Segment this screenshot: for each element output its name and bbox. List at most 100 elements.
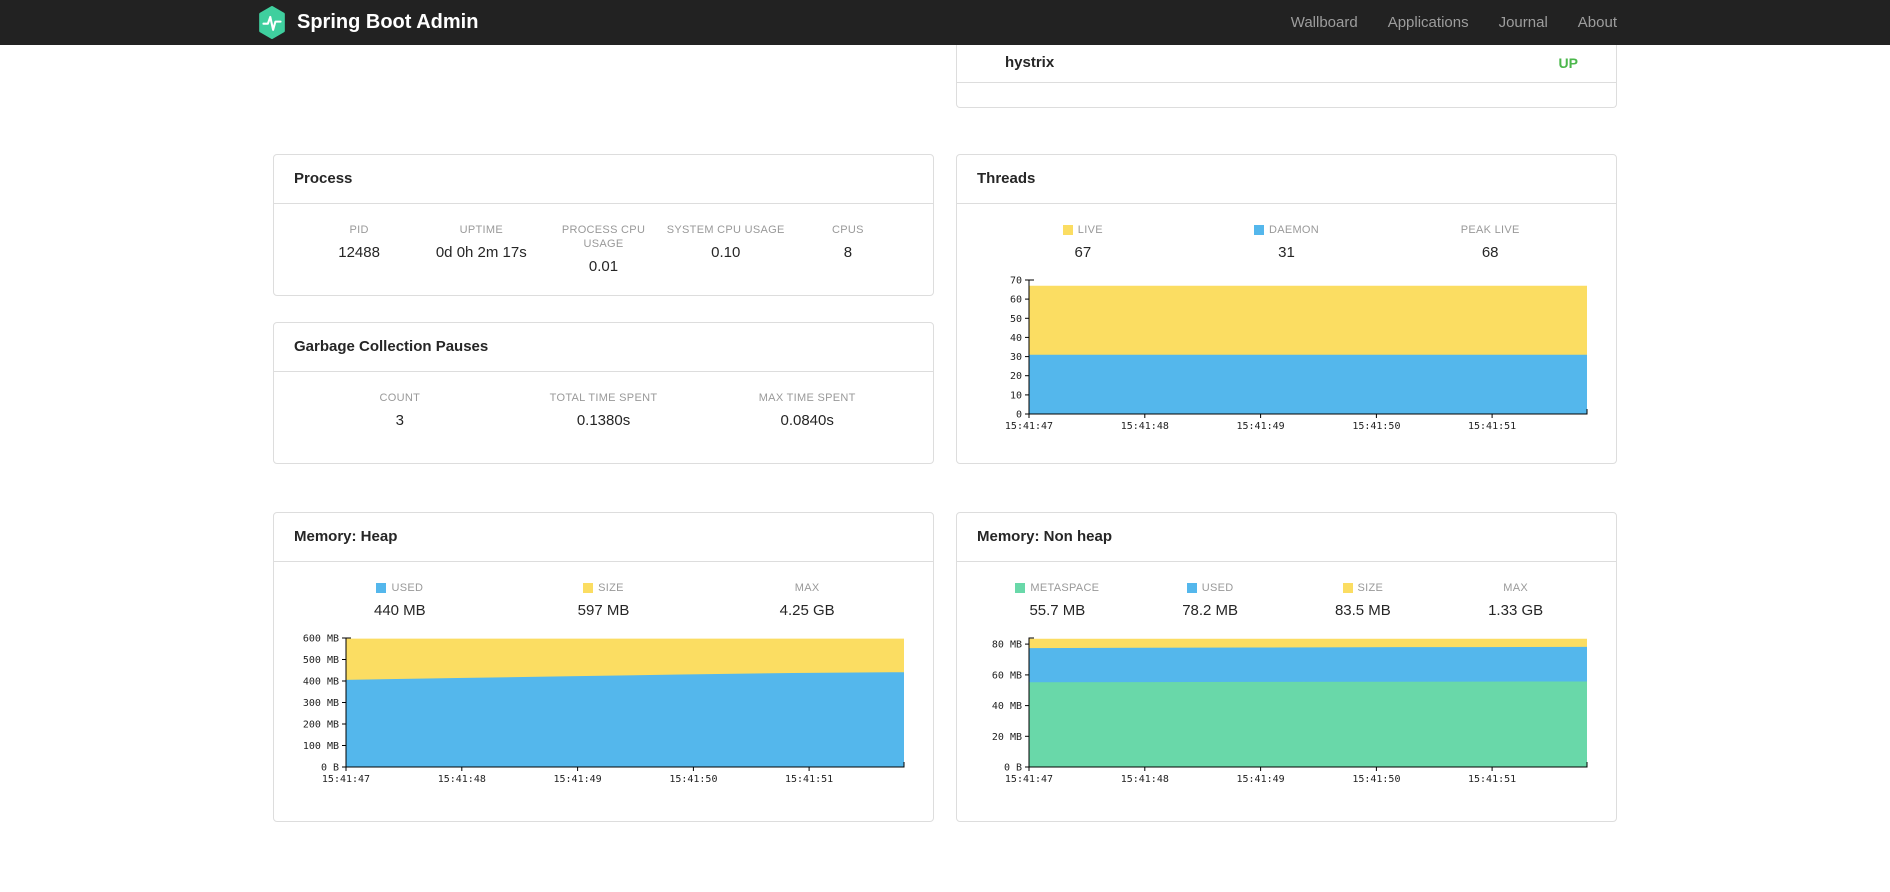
gc-pauses-panel: Garbage Collection Pauses COUNT 3 TOTAL … xyxy=(273,322,934,464)
metric-label: UPTIME xyxy=(459,224,503,236)
legend-nonheap-size: SIZE 83.5 MB xyxy=(1287,581,1440,620)
threads-panel-title: Threads xyxy=(957,155,1616,204)
metric-label: PROCESS CPU USAGE xyxy=(561,224,646,250)
metric-value: 597 MB xyxy=(577,602,630,619)
svg-text:15:41:49: 15:41:49 xyxy=(554,774,602,785)
svg-text:15:41:47: 15:41:47 xyxy=(1005,421,1053,432)
svg-text:50: 50 xyxy=(1010,314,1022,325)
nav-item-journal[interactable]: Journal xyxy=(1499,14,1548,31)
metric-value: 0.0840s xyxy=(780,412,834,429)
metric-value: 31 xyxy=(1278,244,1295,261)
legend-label: SIZE xyxy=(598,582,624,594)
metric-label: USED xyxy=(1134,581,1287,595)
svg-text:15:41:51: 15:41:51 xyxy=(1468,421,1516,432)
memory-heap-panel: Memory: Heap USED 440 MB SIZE 597 MB MAX… xyxy=(273,512,934,822)
svg-text:400 MB: 400 MB xyxy=(303,677,339,688)
memory-nonheap-panel-title: Memory: Non heap xyxy=(957,513,1616,562)
legend-label: METASPACE xyxy=(1030,582,1100,594)
service-row-hystrix[interactable]: hystrix UP xyxy=(957,45,1616,83)
metric-label: TOTAL TIME SPENT xyxy=(549,392,658,404)
metric-label: SIZE xyxy=(1287,581,1440,595)
legend-swatch xyxy=(376,583,387,593)
memory-nonheap-chart: 0 B 20 MB 40 MB 60 MB 80 MB 15:41:47 15:41:48 1… xyxy=(957,620,1616,789)
legend-swatch xyxy=(1253,225,1264,235)
brand-link[interactable]: Spring Boot Admin xyxy=(257,6,478,39)
svg-text:15:41:48: 15:41:48 xyxy=(1121,774,1169,785)
gc-panel-title: Garbage Collection Pauses xyxy=(274,323,933,372)
metric-value: 68 xyxy=(1481,244,1499,261)
svg-text:40: 40 xyxy=(1010,333,1022,344)
legend-swatch xyxy=(1015,583,1026,593)
metric-value: 83.5 MB xyxy=(1334,602,1391,619)
svg-text:200 MB: 200 MB xyxy=(303,720,339,731)
svg-text:15:41:50: 15:41:50 xyxy=(669,774,717,785)
svg-text:15:41:48: 15:41:48 xyxy=(1121,421,1169,432)
svg-text:0 B: 0 B xyxy=(321,763,339,774)
metric-label: MAX xyxy=(705,581,909,595)
metric-label: LIVE xyxy=(981,223,1185,237)
svg-text:0 B: 0 B xyxy=(1004,763,1022,774)
svg-text:100 MB: 100 MB xyxy=(303,741,339,752)
svg-text:30: 30 xyxy=(1010,352,1022,363)
metric-label: MAX TIME SPENT xyxy=(758,392,856,404)
legend-label: MAX xyxy=(1503,582,1528,594)
application-services-panel: hystrix UP xyxy=(956,45,1617,108)
process-panel-title: Process xyxy=(274,155,933,204)
nav-item-wallboard[interactable]: Wallboard xyxy=(1291,14,1358,31)
nav-item-applications[interactable]: Applications xyxy=(1388,14,1469,31)
legend-label: LIVE xyxy=(1077,224,1103,236)
svg-text:60: 60 xyxy=(1010,295,1022,306)
metric-label: SIZE xyxy=(502,581,706,595)
metric-value: 3 xyxy=(395,412,404,429)
service-name: hystrix xyxy=(1005,54,1055,71)
process-metrics: PID 12488 UPTIME 0d 0h 2m 17s PROCESS CP… xyxy=(274,204,933,276)
legend-nonheap-metaspace: METASPACE 55.7 MB xyxy=(981,581,1134,620)
metric-uptime: UPTIME 0d 0h 2m 17s xyxy=(420,223,542,276)
gc-metrics: COUNT 3 TOTAL TIME SPENT 0.1380s MAX TIM… xyxy=(274,372,933,430)
memory-heap-chart: 0 B 100 MB 200 MB 300 MB 400 MB 500 MB 600 MB 1… xyxy=(274,620,933,789)
brand-title: Spring Boot Admin xyxy=(297,11,479,33)
svg-text:15:41:50: 15:41:50 xyxy=(1352,774,1400,785)
navbar: Spring Boot Admin Wallboard Applications… xyxy=(0,0,1890,45)
metric-label: COUNT xyxy=(379,392,421,404)
svg-text:0: 0 xyxy=(1016,410,1022,421)
metric-value: 78.2 MB xyxy=(1182,602,1239,619)
metric-label: MAX xyxy=(1439,581,1592,595)
metric-label: PEAK LIVE xyxy=(1388,223,1592,237)
svg-text:15:41:51: 15:41:51 xyxy=(1468,774,1516,785)
metric-value: 0d 0h 2m 17s xyxy=(435,244,527,261)
metric-label: SYSTEM CPU USAGE xyxy=(666,224,785,236)
svg-text:15:41:50: 15:41:50 xyxy=(1352,421,1400,432)
svg-text:10: 10 xyxy=(1010,390,1022,401)
legend-label: SIZE xyxy=(1357,582,1384,594)
metric-gc-total-time: TOTAL TIME SPENT 0.1380s xyxy=(502,391,706,430)
threads-legend: LIVE 67 DAEMON 31 PEAK LIVE 68 xyxy=(957,204,1616,262)
metric-value: 4.25 GB xyxy=(779,602,835,619)
legend-threads-live: LIVE 67 xyxy=(981,223,1185,262)
nav-item-about[interactable]: About xyxy=(1578,14,1617,31)
metric-gc-max-time: MAX TIME SPENT 0.0840s xyxy=(705,391,909,430)
svg-text:15:41:49: 15:41:49 xyxy=(1237,774,1285,785)
svg-text:15:41:49: 15:41:49 xyxy=(1237,421,1285,432)
memory-nonheap-panel: Memory: Non heap METASPACE 55.7 MB USED … xyxy=(956,512,1617,822)
legend-label: USED xyxy=(1201,582,1234,594)
metric-pid: PID 12488 xyxy=(298,223,420,276)
metric-value: 0.01 xyxy=(588,258,619,275)
svg-text:15:41:48: 15:41:48 xyxy=(438,774,486,785)
metric-value: 8 xyxy=(843,244,853,261)
svg-text:300 MB: 300 MB xyxy=(303,698,339,709)
legend-nonheap-used: USED 78.2 MB xyxy=(1134,581,1287,620)
metric-value: 1.33 GB xyxy=(1488,602,1544,619)
legend-threads-peak-live: PEAK LIVE 68 xyxy=(1388,223,1592,262)
nav-links: Wallboard Applications Journal About xyxy=(1261,14,1617,31)
svg-text:70: 70 xyxy=(1010,276,1022,287)
metric-label: CPUS xyxy=(832,224,864,236)
metric-gc-count: COUNT 3 xyxy=(298,391,502,430)
svg-text:15:41:47: 15:41:47 xyxy=(322,774,370,785)
svg-text:15:41:47: 15:41:47 xyxy=(1005,774,1053,785)
nonheap-legend: METASPACE 55.7 MB USED 78.2 MB SIZE 83.5… xyxy=(957,562,1616,620)
svg-text:15:41:51: 15:41:51 xyxy=(785,774,833,785)
svg-text:600 MB: 600 MB xyxy=(303,634,339,645)
main-content: Process PID 12488 UPTIME 0d 0h 2m 17s PR… xyxy=(273,45,1617,822)
threads-panel: Threads LIVE 67 DAEMON 31 PEAK LIVE 68 0… xyxy=(956,154,1617,464)
